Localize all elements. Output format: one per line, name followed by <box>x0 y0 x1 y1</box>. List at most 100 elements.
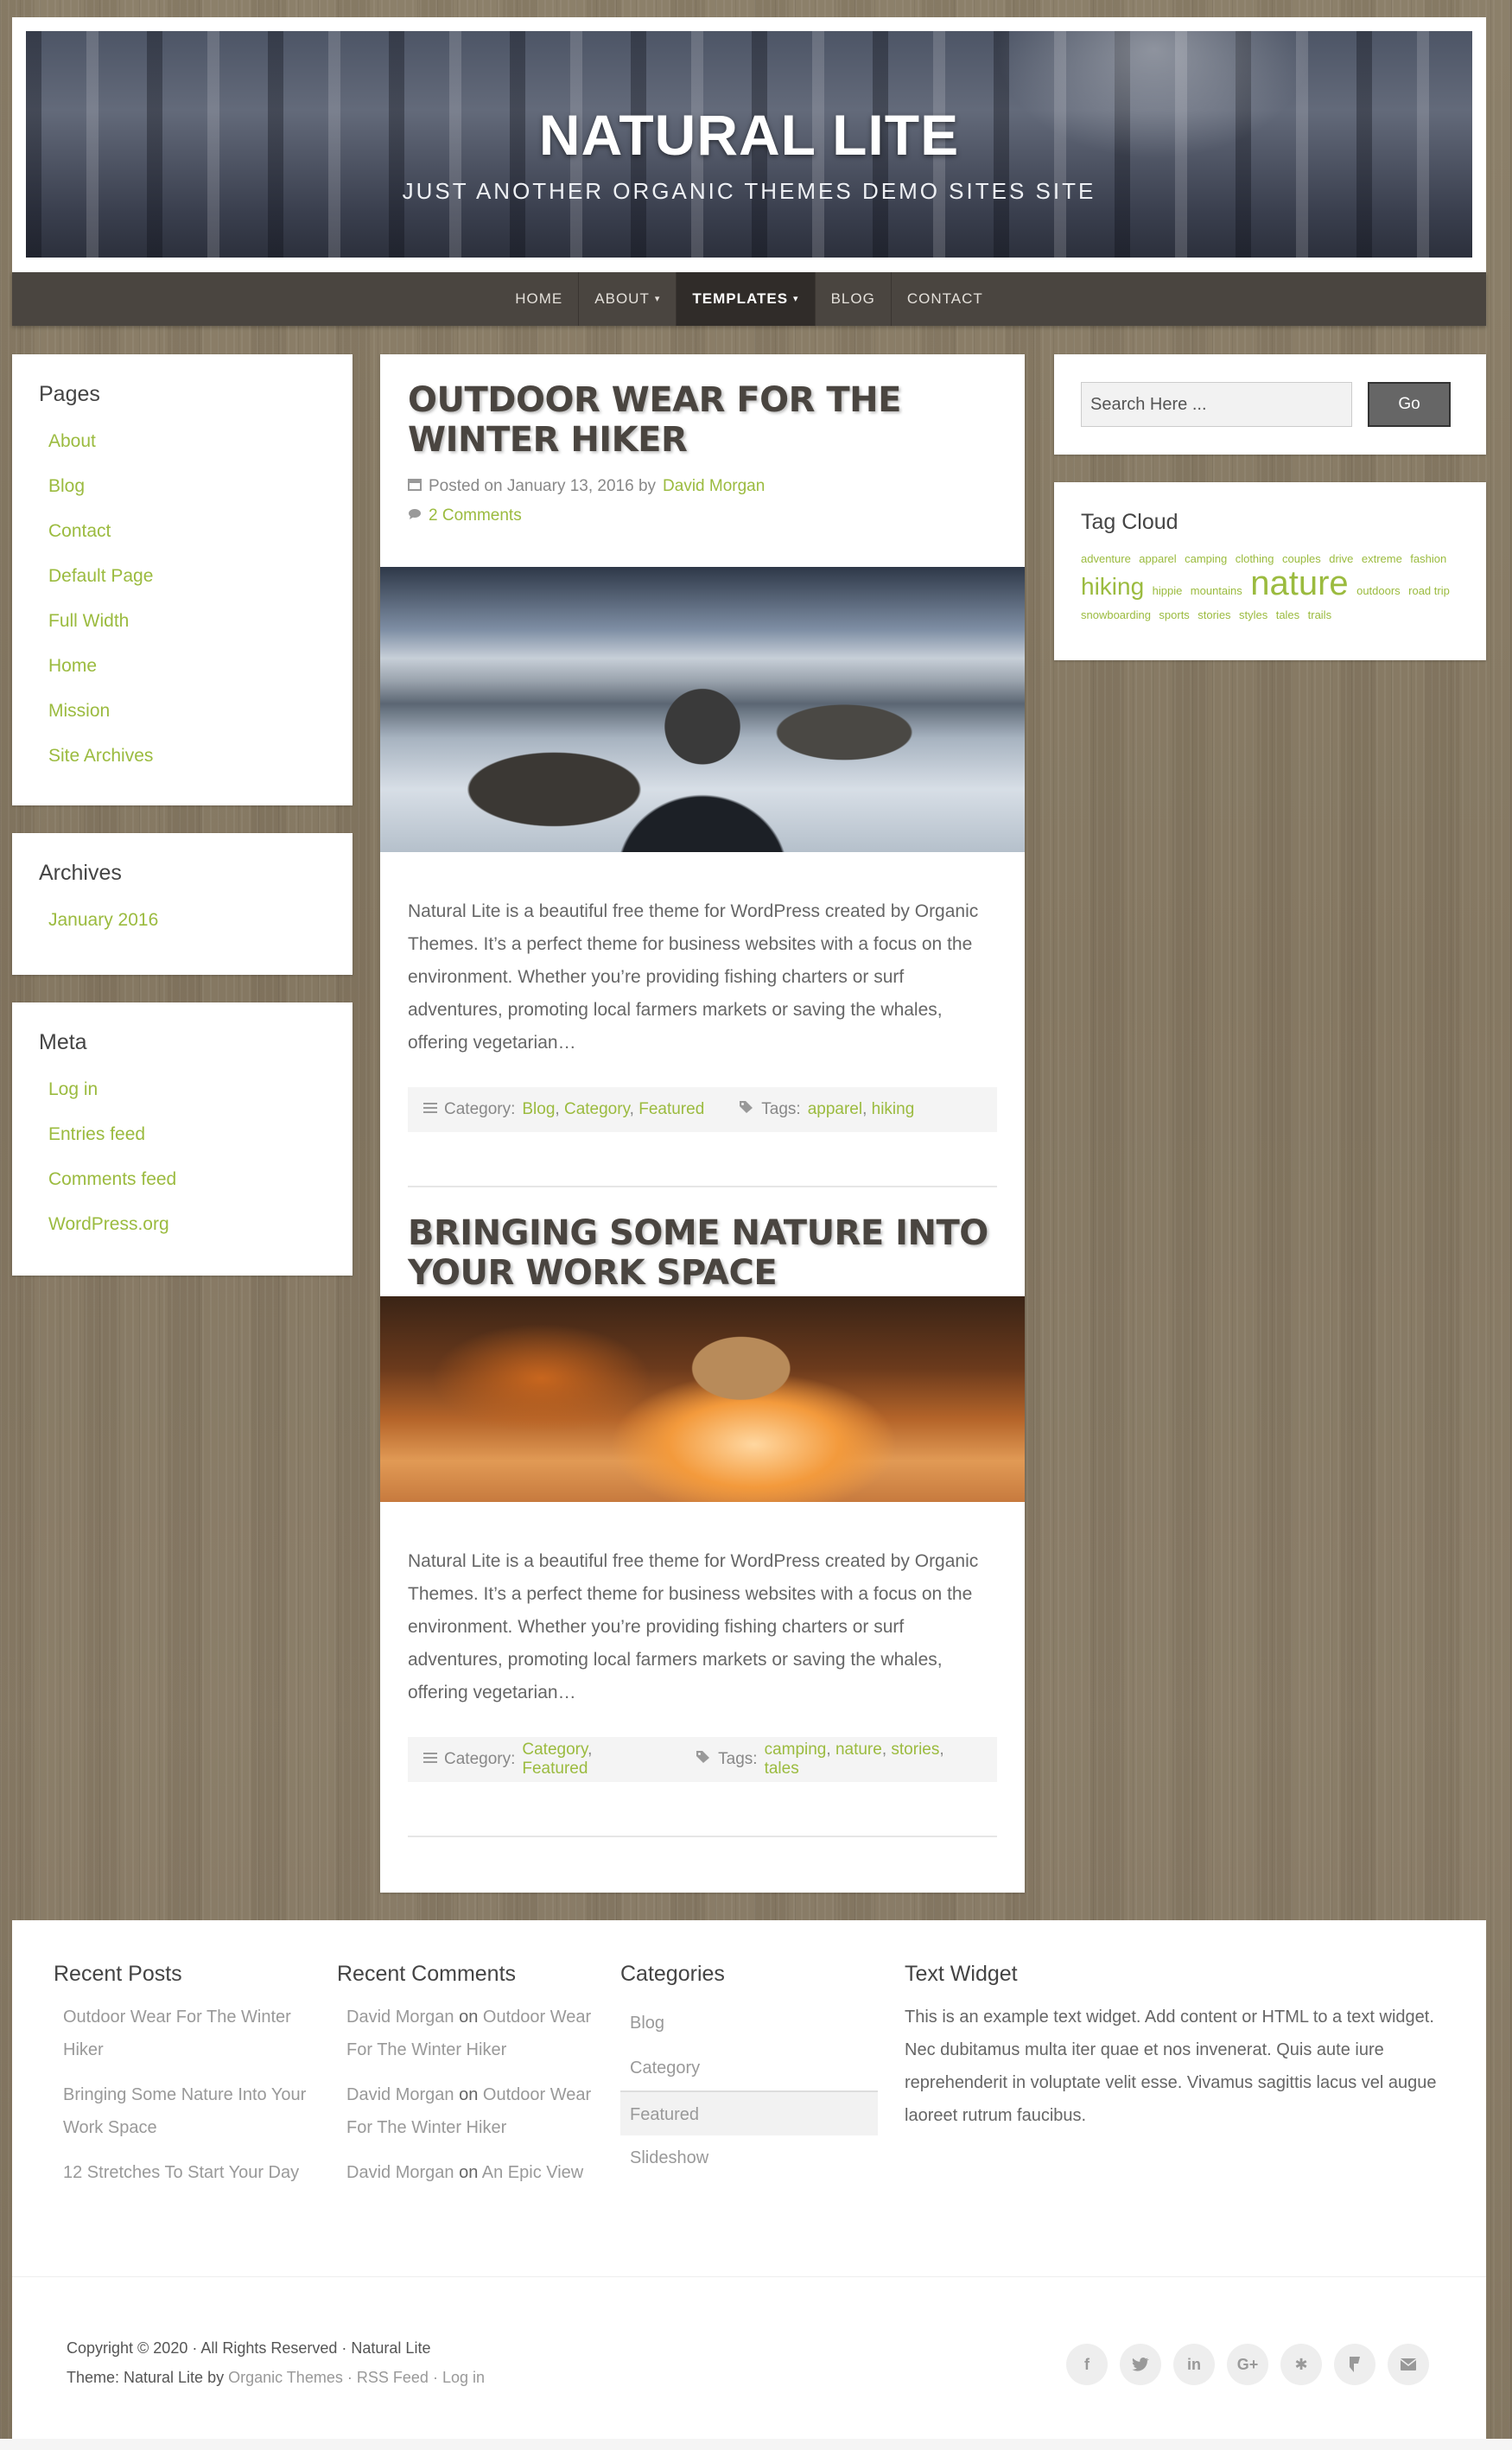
post-title[interactable]: BRINGING SOME NATURE INTO YOUR WORK SPAC… <box>408 1213 997 1293</box>
facebook-icon[interactable]: f <box>1066 2344 1108 2385</box>
post-featured-image[interactable] <box>380 1296 1025 1502</box>
tag-link[interactable]: couples <box>1282 552 1321 565</box>
nav-label: TEMPLATES <box>692 290 789 307</box>
widget-title: Text Widget <box>905 1962 1018 1986</box>
tag-link[interactable]: tales <box>765 1760 799 1778</box>
widget-title: Recent Posts <box>54 1962 182 1986</box>
recent-comment: David Morgan on Outdoor Wear For The Win… <box>346 2001 596 2066</box>
page-link[interactable]: Blog <box>48 464 326 509</box>
recent-post-link[interactable]: 12 Stretches To Start Your Day <box>63 2156 321 2189</box>
tag-link[interactable]: stories <box>1198 608 1230 621</box>
tag-link[interactable]: extreme <box>1362 552 1402 565</box>
category-link[interactable]: Blog <box>522 1100 555 1118</box>
tag-link[interactable]: adventure <box>1081 552 1131 565</box>
tag-link[interactable]: camping <box>765 1740 827 1759</box>
category-link[interactable]: Featured <box>522 1760 588 1778</box>
tag-link[interactable]: fashion <box>1410 552 1446 565</box>
search-input[interactable] <box>1081 382 1352 427</box>
nav-item-templates[interactable]: TEMPLATES ▾ <box>677 272 816 326</box>
categories-list: Blog Category Featured Slideshow <box>620 2001 878 2180</box>
page-link[interactable]: Home <box>48 644 326 689</box>
post-title[interactable]: OUTDOOR WEAR FOR THE WINTER HIKER <box>408 380 997 460</box>
comment-post-link[interactable]: An Epic View <box>482 2163 583 2182</box>
comment-on-text: on <box>459 2085 479 2104</box>
organic-themes-link[interactable]: Organic Themes <box>228 2369 343 2386</box>
tag-link[interactable]: stories <box>891 1740 939 1759</box>
tags-label: Tags: <box>761 1100 801 1118</box>
comment-author-link[interactable]: David Morgan <box>346 2163 454 2182</box>
category-link[interactable]: Slideshow <box>620 2135 878 2180</box>
category-link[interactable]: Category <box>620 2046 878 2090</box>
nav-item-blog[interactable]: BLOG <box>816 272 892 326</box>
tags-icon <box>696 1750 711 1769</box>
nav-item-about[interactable]: ABOUT ▾ <box>579 272 677 326</box>
email-icon[interactable] <box>1388 2344 1429 2385</box>
page-link[interactable]: Contact <box>48 509 326 554</box>
copyright-block: Copyright © 2020 · All Rights Reserved ·… <box>67 2333 485 2392</box>
tag-link[interactable]: nature <box>1250 564 1348 602</box>
recent-post-link[interactable]: Outdoor Wear For The Winter Hiker <box>63 2001 321 2066</box>
header-banner-image: NATURAL LITE JUST ANOTHER ORGANIC THEMES… <box>26 31 1472 258</box>
recent-comments-list: David Morgan on Outdoor Wear For The Win… <box>337 2001 596 2189</box>
recent-comments-widget: Recent Comments David Morgan on Outdoor … <box>337 1962 596 2201</box>
category-link[interactable]: Category <box>564 1100 630 1118</box>
category-link[interactable]: Featured <box>638 1100 704 1118</box>
yelp-icon[interactable]: ✱ <box>1280 2344 1322 2385</box>
tag-link[interactable]: apparel <box>808 1100 862 1118</box>
list-icon <box>423 1100 437 1119</box>
comment-author-link[interactable]: David Morgan <box>346 2008 454 2027</box>
tag-link[interactable]: snowboarding <box>1081 608 1151 621</box>
tag-link[interactable]: outdoors <box>1356 584 1401 597</box>
page-link[interactable]: Site Archives <box>48 734 326 779</box>
post-featured-image[interactable] <box>380 567 1025 852</box>
main-content: OUTDOOR WEAR FOR THE WINTER HIKER Posted… <box>380 354 1025 1893</box>
post-header: BRINGING SOME NATURE INTO YOUR WORK SPAC… <box>408 1213 997 1293</box>
site-title[interactable]: NATURAL LITE <box>26 102 1472 168</box>
tag-link[interactable]: hippie <box>1153 584 1183 597</box>
categories-widget: Categories Blog Category Featured Slides… <box>620 1962 878 2180</box>
tag-link[interactable]: apparel <box>1139 552 1176 565</box>
linkedin-icon[interactable]: in <box>1173 2344 1215 2385</box>
nav-label: CONTACT <box>906 290 983 307</box>
tag-link[interactable]: drive <box>1329 552 1353 565</box>
recent-posts-widget: Recent Posts Outdoor Wear For The Winter… <box>54 1962 321 2201</box>
tag-link[interactable]: hiking <box>1081 573 1144 600</box>
nav-item-home[interactable]: HOME <box>499 272 580 326</box>
tag-link[interactable]: styles <box>1239 608 1267 621</box>
twitter-icon[interactable] <box>1120 2344 1161 2385</box>
rss-feed-link[interactable]: RSS Feed <box>357 2369 429 2386</box>
tag-link[interactable]: clothing <box>1236 552 1274 565</box>
author-link[interactable]: David Morgan <box>663 477 765 496</box>
login-link[interactable]: Log in <box>442 2369 485 2386</box>
post-footer: Category: Blog, Category, Featured Tags:… <box>408 1087 997 1132</box>
foursquare-icon[interactable] <box>1334 2344 1375 2385</box>
search-go-button[interactable]: Go <box>1368 382 1451 427</box>
category-link[interactable]: Featured <box>620 2090 878 2135</box>
tag-link[interactable]: sports <box>1159 608 1189 621</box>
category-link[interactable]: Category <box>522 1740 588 1759</box>
page-link[interactable]: About <box>48 419 326 464</box>
tag-link[interactable]: mountains <box>1191 584 1242 597</box>
comments-link[interactable]: 2 Comments <box>429 506 522 525</box>
tag-link[interactable]: tales <box>1276 608 1299 621</box>
archive-link[interactable]: January 2016 <box>48 898 326 943</box>
tag-link[interactable]: nature <box>835 1740 882 1759</box>
category-link[interactable]: Blog <box>620 2001 878 2046</box>
tag-link[interactable]: road trip <box>1408 584 1450 597</box>
main-navigation: HOME ABOUT ▾ TEMPLATES ▾ BLOG CONTACT <box>12 272 1486 326</box>
meta-link[interactable]: Log in <box>48 1067 326 1112</box>
tag-link[interactable]: camping <box>1185 552 1227 565</box>
recent-post-link[interactable]: Bringing Some Nature Into Your Work Spac… <box>63 2078 321 2144</box>
nav-item-contact[interactable]: CONTACT <box>892 272 999 326</box>
tag-link[interactable]: hiking <box>872 1100 915 1118</box>
theme-credit: Theme: Natural Lite by Organic Themes · … <box>67 2363 485 2392</box>
google-plus-icon[interactable]: G+ <box>1227 2344 1268 2385</box>
tag-link[interactable]: trails <box>1308 608 1331 621</box>
meta-link[interactable]: Entries feed <box>48 1112 326 1157</box>
page-link[interactable]: Default Page <box>48 554 326 599</box>
page-link[interactable]: Full Width <box>48 599 326 644</box>
comment-author-link[interactable]: David Morgan <box>346 2085 454 2104</box>
meta-link[interactable]: WordPress.org <box>48 1202 326 1247</box>
meta-link[interactable]: Comments feed <box>48 1157 326 1202</box>
page-link[interactable]: Mission <box>48 689 326 734</box>
